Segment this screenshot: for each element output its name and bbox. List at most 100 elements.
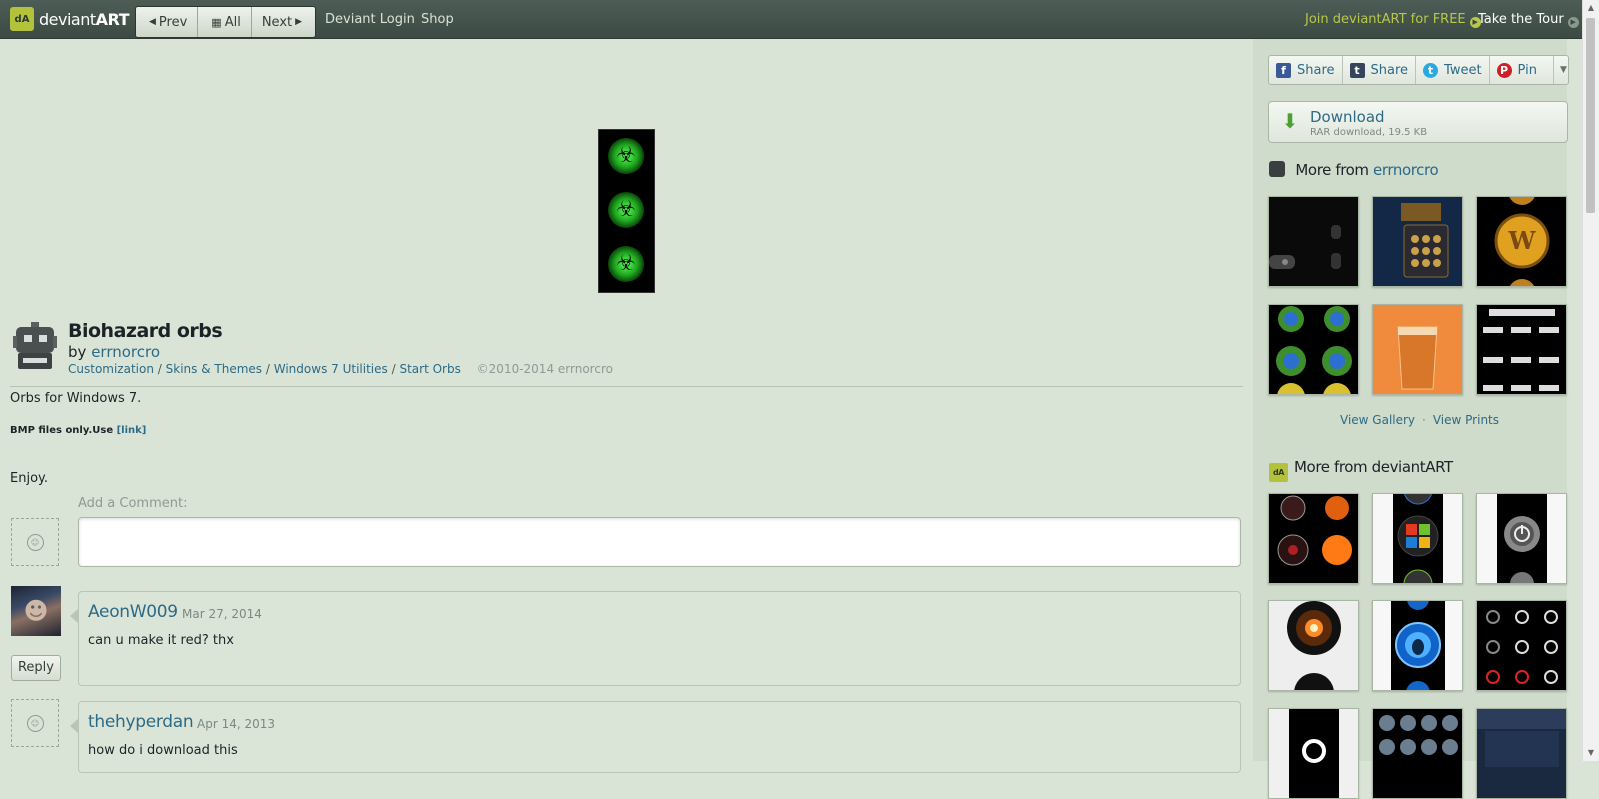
more-from-deviantart-heading: dA More from deviantART	[1269, 458, 1453, 482]
next-button[interactable]: Next ▶	[252, 7, 315, 37]
thumbnail[interactable]	[1268, 493, 1359, 584]
shop-link[interactable]: Shop	[421, 12, 454, 27]
grid-icon: ▦	[211, 15, 222, 29]
author-avatar[interactable]	[12, 322, 58, 372]
more-from-label: More from	[1295, 161, 1369, 179]
breadcrumb-separator: /	[265, 362, 270, 376]
deviantart-logo-text: deviantART	[39, 9, 130, 29]
thumbnail-art	[1277, 495, 1352, 566]
thumbnail-art	[1486, 610, 1558, 684]
scrollbar-thumb[interactable]	[1586, 18, 1595, 213]
prev-label: Prev	[158, 14, 188, 30]
facebook-icon: f	[1276, 62, 1291, 78]
comment: thehyperdan Apr 14, 2013 how do i downlo…	[70, 701, 1241, 773]
comment-username[interactable]: thehyperdan	[88, 712, 194, 732]
commenter-avatar-placeholder: ☺	[11, 518, 59, 566]
thumbnail[interactable]	[1372, 493, 1463, 584]
thumbnail[interactable]	[1268, 708, 1359, 799]
scroll-down-arrow-icon[interactable]: ▼	[1583, 745, 1599, 761]
category-windows-7-utilities[interactable]: Windows 7 Utilities	[274, 362, 388, 376]
description-text: BMP files only.Use	[10, 425, 114, 436]
prev-all-next-group: ◀ Prev ▦ All Next ▶	[135, 6, 317, 38]
share-bar: f Share t Share t Tweet P Pin ▼	[1268, 55, 1569, 85]
comment-text: can u make it red? thx	[88, 633, 234, 648]
thumbnail[interactable]	[1268, 600, 1359, 691]
all-button[interactable]: ▦ All	[198, 7, 252, 37]
thumbnail[interactable]	[1476, 708, 1567, 799]
category-customization[interactable]: Customization	[68, 362, 154, 376]
robot-avatar-icon	[1269, 161, 1285, 177]
thumbnail[interactable]	[1372, 708, 1463, 799]
more-from-user-heading: More from errnorcro	[1269, 161, 1439, 179]
thumbnail-art	[1397, 326, 1438, 390]
facebook-share-button[interactable]: f Share	[1269, 56, 1343, 84]
join-link[interactable]: Join deviantART for FREE ▶	[1305, 12, 1481, 28]
smiley-icon: ☺	[26, 533, 44, 551]
thumbnail-art	[1483, 309, 1559, 391]
thumbnail-art	[1477, 709, 1566, 767]
category-breadcrumb: Customization / Skins & Themes / Windows…	[68, 362, 613, 376]
thumbnail[interactable]: W	[1476, 196, 1567, 287]
thumbnail[interactable]	[1268, 304, 1359, 395]
tumblr-icon: t	[1349, 62, 1365, 78]
download-title: Download	[1310, 108, 1385, 126]
thumbnail[interactable]	[1372, 196, 1463, 287]
category-start-orbs[interactable]: Start Orbs	[399, 362, 460, 376]
deviation-title: Biohazard orbs	[68, 320, 223, 342]
comment: AeonW009 Mar 27, 2014 can u make it red?…	[70, 591, 1241, 686]
view-gallery-link[interactable]: View Gallery	[1340, 413, 1415, 427]
thumbnail[interactable]	[1372, 304, 1463, 395]
breadcrumb-separator: /	[391, 362, 396, 376]
deviantart-logo[interactable]: dA deviantART	[10, 7, 130, 31]
deviant-login-link[interactable]: Deviant Login	[325, 12, 415, 27]
thumbnail-art: W	[1494, 197, 1550, 286]
share-label: Tweet	[1444, 62, 1482, 78]
comment-username[interactable]: AeonW009	[88, 602, 178, 622]
tumblr-share-button[interactable]: t Share	[1343, 56, 1417, 84]
biohazard-orb-icon: ☣	[608, 246, 644, 282]
category-skins-themes[interactable]: Skins & Themes	[166, 362, 262, 376]
scroll-up-arrow-icon[interactable]: ▲	[1583, 0, 1599, 16]
thumbnail-art	[1391, 601, 1445, 690]
thumbnail[interactable]	[1372, 600, 1463, 691]
description-line: Enjoy.	[10, 471, 48, 486]
description-line: BMP files only.Use [link]	[10, 425, 146, 436]
svg-text:W: W	[1508, 226, 1537, 255]
thumbnail-art	[1289, 709, 1339, 798]
thumbnail-art	[1393, 494, 1443, 583]
page-scrollbar[interactable]: ▲ ▼	[1582, 0, 1599, 761]
deviantart-logo-icon: dA	[10, 7, 34, 31]
more-from-user-link[interactable]: errnorcro	[1373, 161, 1439, 179]
smiley-icon: ☺	[26, 714, 44, 732]
reply-button[interactable]: Reply	[11, 655, 61, 681]
copyright-text: ©2010-2014 errnorcro	[476, 362, 613, 376]
thumbnail[interactable]	[1476, 304, 1567, 395]
thumbnail[interactable]	[1476, 600, 1567, 691]
divider	[10, 386, 1243, 387]
share-more-dropdown[interactable]: ▼	[1554, 56, 1568, 84]
deviation-byline: by errnorcro	[68, 343, 160, 361]
next-label: Next	[261, 14, 293, 30]
view-prints-link[interactable]: View Prints	[1433, 413, 1499, 427]
join-label: Join deviantART for FREE	[1305, 12, 1466, 27]
commenter-avatar-placeholder: ☺	[11, 699, 59, 747]
tour-label: Take the Tour	[1478, 12, 1564, 27]
download-button[interactable]: ⬇ Download RAR download, 19.5 KB	[1268, 101, 1568, 143]
thumbnail[interactable]	[1268, 196, 1359, 287]
prev-button[interactable]: ◀ Prev	[136, 7, 199, 37]
pinterest-share-button[interactable]: P Pin	[1490, 56, 1554, 84]
biohazard-orb-icon: ☣	[608, 138, 644, 174]
twitter-share-button[interactable]: t Tweet	[1416, 56, 1490, 84]
dot-separator: ·	[1422, 413, 1426, 427]
twitter-icon: t	[1423, 62, 1439, 78]
comment-textarea[interactable]	[78, 517, 1241, 567]
take-the-tour-link[interactable]: Take the Tour ▶	[1478, 12, 1579, 28]
pinterest-icon: P	[1496, 62, 1512, 78]
description-link[interactable]: [link]	[117, 425, 147, 436]
author-link[interactable]: errnorcro	[91, 343, 160, 361]
thumbnail-art	[1287, 601, 1341, 690]
commenter-avatar[interactable]: ☻	[11, 586, 61, 636]
deviation-preview-image[interactable]: ☣ ☣ ☣	[598, 129, 655, 293]
breadcrumb-separator: /	[157, 362, 162, 376]
thumbnail[interactable]	[1476, 493, 1567, 584]
